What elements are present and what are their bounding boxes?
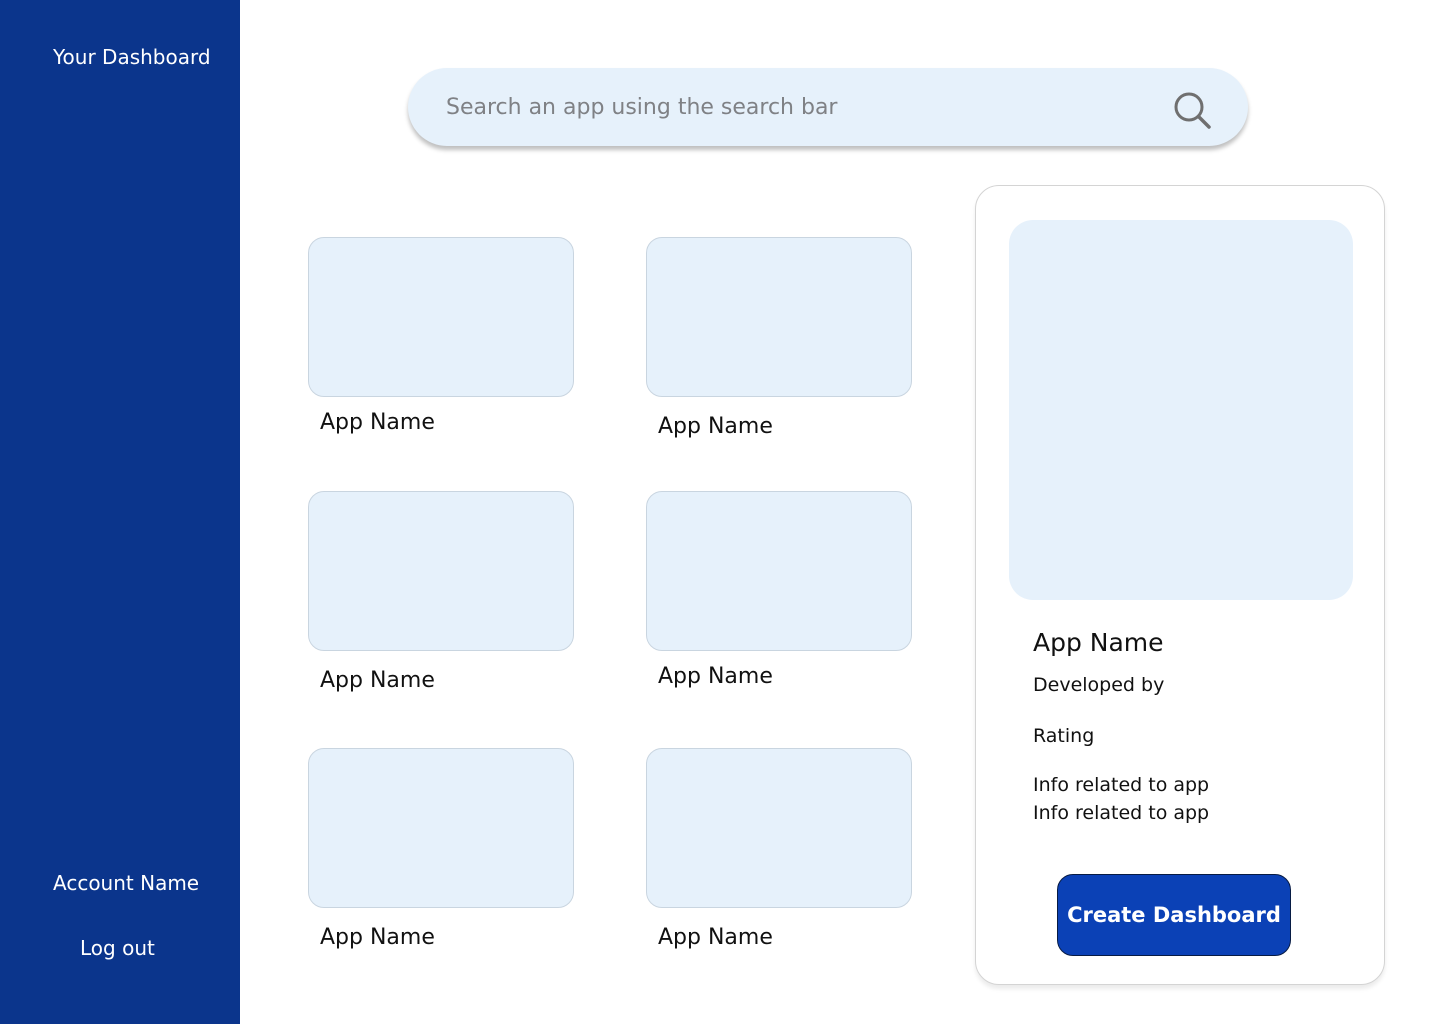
app-name-label: App Name (658, 664, 773, 689)
app-thumbnail (646, 491, 912, 651)
app-detail-panel: App Name Developed by Rating Info relate… (975, 185, 1385, 985)
sidebar-logout-link[interactable]: Log out (80, 936, 155, 960)
detail-app-name: App Name (1033, 628, 1164, 657)
app-thumbnail (308, 748, 574, 908)
app-name-label: App Name (320, 410, 435, 435)
sidebar-dashboard-link[interactable]: Your Dashboard (53, 45, 211, 69)
app-thumbnail (646, 748, 912, 908)
info-line: Info related to app (1033, 774, 1210, 796)
create-dashboard-button[interactable]: Create Dashboard (1057, 874, 1291, 956)
app-preview-image (1009, 220, 1353, 600)
app-thumbnail (646, 237, 912, 397)
app-name-label: App Name (320, 925, 435, 950)
search-icon[interactable] (1172, 90, 1212, 130)
info-line: Info related to app (1033, 802, 1210, 824)
rating-label: Rating (1033, 725, 1095, 747)
app-name-label: App Name (658, 925, 773, 950)
app-thumbnail (308, 237, 574, 397)
search-bar (408, 68, 1248, 146)
developer-label: Developed by (1033, 674, 1165, 696)
app-thumbnail (308, 491, 574, 651)
sidebar-account-link[interactable]: Account Name (53, 871, 199, 895)
search-input[interactable] (446, 86, 1146, 128)
app-name-label: App Name (320, 668, 435, 693)
sidebar: Your Dashboard Account Name Log out (0, 0, 240, 1024)
app-name-label: App Name (658, 414, 773, 439)
